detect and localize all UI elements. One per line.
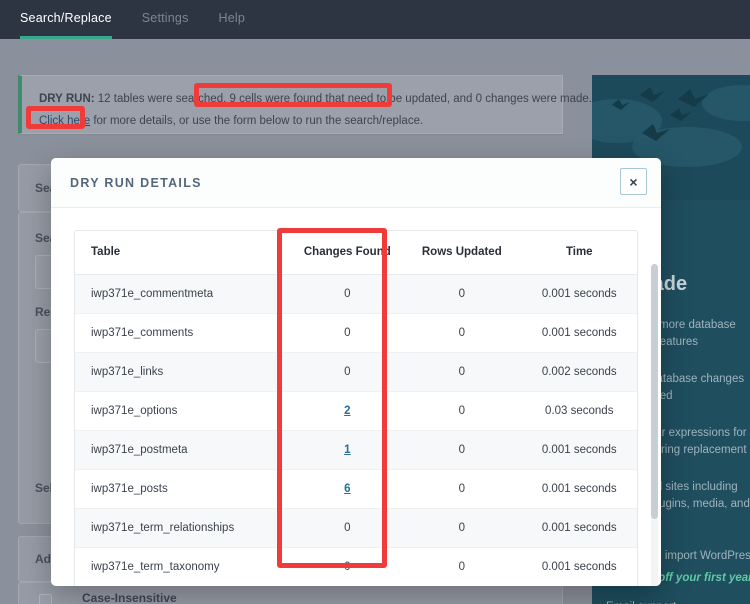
modal-scrollbar[interactable] — [651, 264, 658, 586]
app-root: Search/Replace Settings Help DRY RUN: 12… — [0, 0, 750, 604]
cell-time: 0.001 seconds — [521, 313, 637, 353]
cell-rows-updated: 0 — [402, 391, 522, 431]
cell-table-name: iwp371e_term_taxonomy — [75, 547, 293, 586]
tab-search-replace[interactable]: Search/Replace — [20, 0, 112, 39]
cell-changes-found[interactable]: 2 — [292, 391, 403, 431]
tab-settings-label: Settings — [141, 11, 189, 25]
table-row: iwp371e_options 2 0 0.03 seconds — [75, 391, 637, 431]
cell-changes-found: 0 — [292, 547, 403, 586]
dry-run-notice-line-2: Click here for more details, or use the … — [39, 115, 423, 127]
cell-rows-updated: 0 — [402, 547, 522, 586]
tab-settings[interactable]: Settings — [142, 0, 189, 39]
cell-rows-updated: 0 — [402, 469, 522, 509]
modal-body: Table Changes Found Rows Updated Time iw… — [51, 208, 661, 586]
changes-found-link[interactable]: 1 — [344, 444, 350, 456]
cell-time: 0.001 seconds — [521, 508, 637, 548]
cell-changes-found[interactable]: 1 — [292, 430, 403, 470]
cell-rows-updated: 0 — [402, 313, 522, 353]
cell-table-name: iwp371e_posts — [75, 469, 293, 509]
modal-scrollbar-thumb[interactable] — [651, 264, 658, 519]
table-row: iwp371e_postmeta 1 0 0.001 seconds — [75, 430, 637, 470]
cell-table-name: iwp371e_comments — [75, 313, 293, 353]
column-header-table: Table — [75, 231, 293, 275]
cell-rows-updated: 0 — [402, 352, 522, 392]
changes-found-link[interactable]: 2 — [344, 405, 350, 417]
table-row: iwp371e_commentmeta 0 0 0.001 seconds — [75, 274, 637, 314]
table-row: iwp371e_comments 0 0 0.001 seconds — [75, 313, 637, 353]
cell-time: 0.001 seconds — [521, 547, 637, 586]
cell-rows-updated: 0 — [402, 508, 522, 548]
cell-table-name: iwp371e_commentmeta — [75, 274, 293, 314]
tab-help[interactable]: Help — [219, 0, 246, 39]
dry-run-cells-found-text: 9 cells were found that need to be updat… — [229, 93, 447, 105]
cell-time: 0.001 seconds — [521, 274, 637, 314]
dry-run-notice-line-1: DRY RUN: 12 tables were searched, 9 cell… — [39, 93, 592, 105]
click-here-link[interactable]: Click here — [39, 115, 90, 127]
cell-time: 0.002 seconds — [521, 352, 637, 392]
dry-run-changes-made-text: , and 0 changes were made. — [446, 93, 592, 105]
table-body: iwp371e_commentmeta 0 0 0.001 seconds iwp371… — [75, 274, 637, 586]
bg-checkbox-case-insensitive[interactable] — [39, 594, 52, 604]
table-head: Table Changes Found Rows Updated Time — [75, 231, 637, 275]
cell-table-name: iwp371e_links — [75, 352, 293, 392]
cell-time: 0.001 seconds — [521, 430, 637, 470]
cell-changes-found: 0 — [292, 274, 403, 314]
dry-run-details-modal: DRY RUN DETAILS × Table Changes Found Ro… — [51, 158, 661, 586]
table-header-row: Table Changes Found Rows Updated Time — [75, 231, 637, 275]
tab-help-label: Help — [218, 11, 246, 25]
dry-run-prefix: DRY RUN: — [39, 93, 95, 105]
dry-run-tables-text: 12 tables were searched, — [94, 93, 230, 105]
changes-found-link[interactable]: 6 — [344, 483, 350, 495]
modal-title: DRY RUN DETAILS — [70, 175, 202, 190]
dry-run-table-wrapper: Table Changes Found Rows Updated Time iw… — [74, 230, 638, 586]
modal-header: DRY RUN DETAILS × — [51, 158, 661, 208]
column-header-time: Time — [521, 231, 637, 275]
dry-run-details-text: for more details, or use the form below … — [90, 115, 424, 127]
top-navbar: Search/Replace Settings Help — [0, 0, 750, 39]
column-header-rows-updated: Rows Updated — [402, 231, 522, 275]
table-row: iwp371e_links 0 0 0.002 seconds — [75, 352, 637, 392]
cell-changes-found[interactable]: 6 — [292, 469, 403, 509]
cell-rows-updated: 0 — [402, 430, 522, 470]
cell-time: 0.03 seconds — [521, 391, 637, 431]
cell-changes-found: 0 — [292, 352, 403, 392]
table-row: iwp371e_posts 6 0 0.001 seconds — [75, 469, 637, 509]
table-row: iwp371e_term_taxonomy 0 0 0.001 seconds — [75, 547, 637, 586]
cell-table-name: iwp371e_term_relationships — [75, 508, 293, 548]
bg-label-case-insensitive: Case-Insensitive — [82, 591, 177, 604]
cell-time: 0.001 seconds — [521, 469, 637, 509]
table-row: iwp371e_term_relationships 0 0 0.001 second… — [75, 508, 637, 548]
promo-bullet: Email support — [606, 599, 676, 604]
cell-changes-found: 0 — [292, 508, 403, 548]
close-icon[interactable]: × — [620, 168, 647, 195]
tab-search-replace-label: Search/Replace — [20, 11, 112, 25]
dry-run-table: Table Changes Found Rows Updated Time iw… — [75, 231, 637, 586]
dry-run-notice: DRY RUN: 12 tables were searched, 9 cell… — [18, 75, 592, 134]
cell-changes-found: 0 — [292, 313, 403, 353]
cell-table-name: iwp371e_postmeta — [75, 430, 293, 470]
cell-table-name: iwp371e_options — [75, 391, 293, 431]
column-header-changes-found: Changes Found — [292, 231, 403, 275]
cell-rows-updated: 0 — [402, 274, 522, 314]
